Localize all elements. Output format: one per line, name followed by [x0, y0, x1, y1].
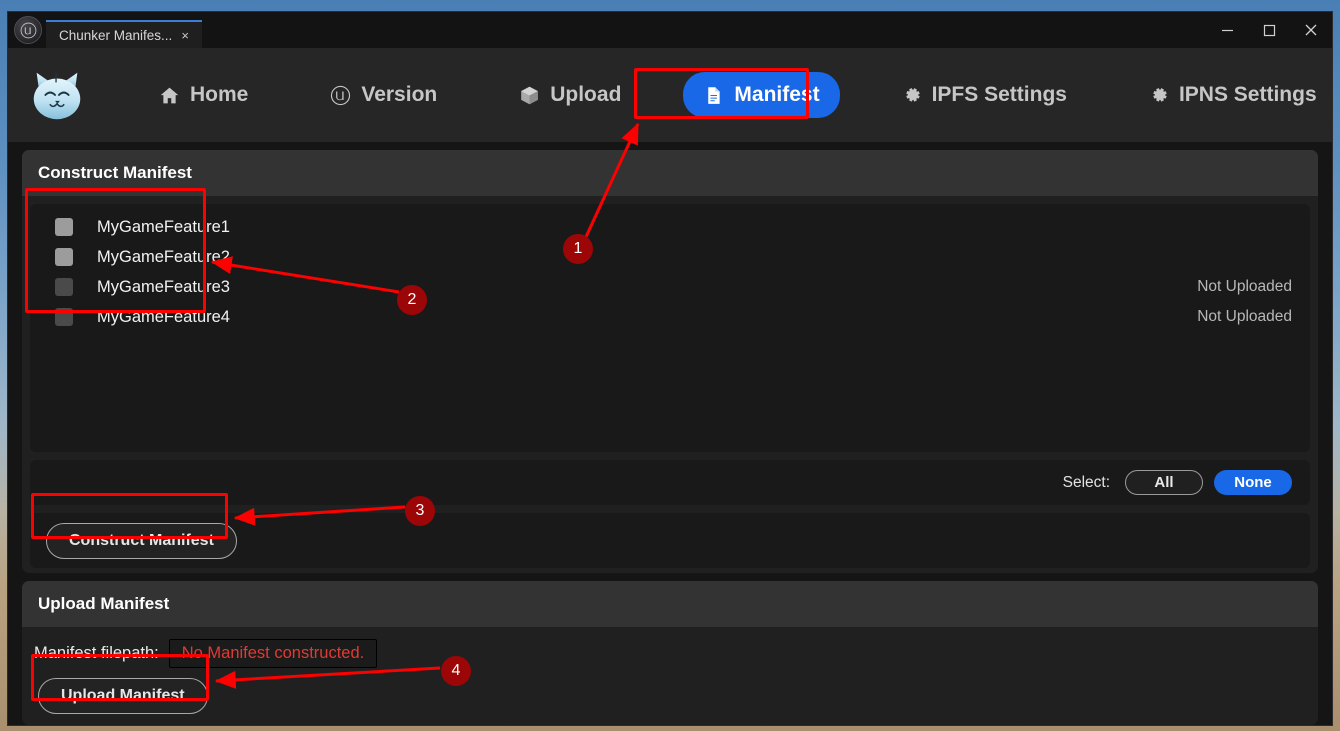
nav-item-ipfs-settings[interactable]: IPFS Settings	[882, 72, 1087, 118]
main-content: Construct Manifest MyGameFeature1 MyGame…	[8, 142, 1332, 725]
unreal-icon	[330, 85, 351, 106]
close-button[interactable]	[1290, 12, 1332, 48]
nav-label-version: Version	[361, 83, 438, 106]
gear-icon	[1149, 85, 1169, 105]
feature-checkbox[interactable]	[55, 278, 73, 296]
maximize-button[interactable]	[1248, 12, 1290, 48]
tab-title: Chunker Manifes...	[59, 27, 173, 43]
feature-name: MyGameFeature3	[97, 277, 230, 296]
feature-name: MyGameFeature2	[97, 247, 230, 266]
construct-action-bar: Construct Manifest	[30, 513, 1310, 568]
upload-manifest-button[interactable]: Upload Manifest	[38, 678, 208, 715]
cat-logo-icon	[26, 64, 88, 126]
annotation-marker-1: 1	[563, 234, 593, 264]
construct-manifest-button[interactable]: Construct Manifest	[46, 522, 237, 559]
manifest-filepath-value: No Manifest constructed.	[168, 639, 378, 669]
feature-row[interactable]: MyGameFeature4 Not Uploaded	[40, 302, 1292, 332]
upload-manifest-body: Manifest filepath: No Manifest construct…	[22, 627, 1318, 725]
nav-item-upload[interactable]: Upload	[499, 72, 641, 118]
selection-toolbar: Select: All None	[30, 460, 1310, 505]
nav-items: Home Version Upload Manifest IPFS Settin…	[118, 72, 1332, 118]
feature-checkbox[interactable]	[55, 218, 73, 236]
gear-icon	[902, 85, 922, 105]
nav-item-version[interactable]: Version	[310, 72, 457, 118]
navigation-bar: Home Version Upload Manifest IPFS Settin…	[8, 48, 1332, 142]
tab-close-icon[interactable]: ×	[181, 29, 189, 42]
unreal-engine-badge-icon	[14, 16, 42, 44]
feature-row[interactable]: MyGameFeature2	[40, 242, 1292, 272]
feature-status: Not Uploaded	[1197, 278, 1292, 295]
nav-item-home[interactable]: Home	[139, 72, 268, 118]
feature-name: MyGameFeature4	[97, 307, 230, 326]
nav-label-home: Home	[190, 83, 249, 106]
nav-label-ipns-settings: IPNS Settings	[1178, 83, 1317, 106]
feature-name: MyGameFeature1	[97, 217, 230, 236]
nav-label-upload: Upload	[550, 83, 622, 106]
upload-manifest-panel: Upload Manifest Manifest filepath: No Ma…	[22, 581, 1318, 725]
upload-action-bar: Upload Manifest	[22, 678, 1318, 725]
cube-icon	[519, 85, 540, 106]
minimize-button[interactable]	[1206, 12, 1248, 48]
document-icon	[703, 85, 724, 106]
construct-manifest-body: MyGameFeature1 MyGameFeature2 MyGameFeat…	[22, 196, 1318, 573]
title-bar: Chunker Manifes... ×	[8, 12, 1332, 48]
construct-manifest-panel: Construct Manifest MyGameFeature1 MyGame…	[22, 150, 1318, 574]
feature-row[interactable]: MyGameFeature3 Not Uploaded	[40, 272, 1292, 302]
construct-manifest-title: Construct Manifest	[22, 150, 1318, 196]
upload-manifest-title: Upload Manifest	[22, 581, 1318, 628]
manifest-filepath-row: Manifest filepath: No Manifest construct…	[22, 627, 1318, 678]
manifest-filepath-label: Manifest filepath:	[34, 644, 159, 663]
annotation-marker-4: 4	[441, 656, 471, 686]
select-label: Select:	[1062, 473, 1110, 491]
home-icon	[159, 85, 180, 106]
feature-list: MyGameFeature1 MyGameFeature2 MyGameFeat…	[30, 204, 1310, 452]
feature-status: Not Uploaded	[1197, 308, 1292, 325]
nav-item-ipns-settings[interactable]: IPNS Settings	[1129, 72, 1332, 118]
feature-row[interactable]: MyGameFeature1	[40, 212, 1292, 242]
nav-label-ipfs-settings: IPFS Settings	[931, 83, 1067, 106]
select-none-button[interactable]: None	[1214, 470, 1292, 495]
annotation-marker-3: 3	[405, 496, 435, 526]
browser-tab[interactable]: Chunker Manifes... ×	[46, 20, 202, 48]
nav-label-manifest: Manifest	[734, 83, 820, 106]
window-controls	[1206, 12, 1332, 48]
select-all-button[interactable]: All	[1125, 470, 1203, 495]
feature-checkbox[interactable]	[55, 248, 73, 266]
nav-item-manifest[interactable]: Manifest	[683, 72, 840, 118]
app-window: Chunker Manifes... × Home Version Upload…	[7, 11, 1333, 726]
annotation-marker-2: 2	[397, 285, 427, 315]
feature-checkbox[interactable]	[55, 308, 73, 326]
